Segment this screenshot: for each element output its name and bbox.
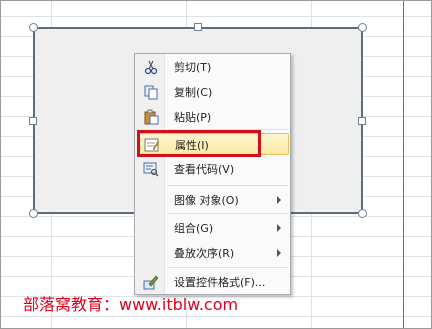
scissors-icon <box>144 60 158 75</box>
resize-handle-bottom-left[interactable] <box>29 209 38 218</box>
menu-item-label: 查看代码(V) <box>174 163 235 176</box>
menu-item-label: 粘贴(P) <box>174 111 212 124</box>
menu-item-label: 复制(C) <box>174 86 213 99</box>
spreadsheet-canvas: 剪切(T) 复制(C) 粘贴(P) 属性(I) 查看代码(V) 图像 对象(O)… <box>0 0 432 329</box>
paste-icon <box>144 109 159 125</box>
menu-item-paste[interactable]: 粘贴(P) <box>137 106 289 128</box>
menu-item-format-control[interactable]: 设置控件格式(F)... <box>137 271 289 293</box>
menu-item-label: 剪切(T) <box>174 61 212 74</box>
resize-handle-top[interactable] <box>194 23 202 31</box>
context-menu: 剪切(T) 复制(C) 粘贴(P) 属性(I) 查看代码(V) 图像 对象(O)… <box>134 53 291 295</box>
menu-separator <box>168 267 288 268</box>
menu-item-cut[interactable]: 剪切(T) <box>137 56 289 78</box>
resize-handle-left[interactable] <box>29 117 37 125</box>
menu-separator <box>168 213 288 214</box>
menu-item-view-code[interactable]: 查看代码(V) <box>137 158 289 180</box>
menu-item-label: 组合(G) <box>174 222 214 235</box>
copy-icon <box>144 85 158 100</box>
menu-item-image-object[interactable]: 图像 对象(O) <box>137 189 289 211</box>
resize-handle-right[interactable] <box>358 117 366 125</box>
menu-item-label: 图像 对象(O) <box>174 194 239 207</box>
menu-item-copy[interactable]: 复制(C) <box>137 81 289 103</box>
highlight-box <box>137 130 261 157</box>
view-code-icon <box>143 162 159 177</box>
submenu-arrow-icon <box>277 196 281 204</box>
watermark-text: 部落窝教育：www.itblw.com <box>23 295 239 314</box>
menu-item-group[interactable]: 组合(G) <box>137 217 289 239</box>
format-control-icon <box>143 275 159 290</box>
resize-handle-top-left[interactable] <box>29 23 38 32</box>
menu-item-label: 叠放次序(R) <box>174 247 235 260</box>
resize-handle-bottom-right[interactable] <box>358 209 367 218</box>
resize-handle-top-right[interactable] <box>358 23 367 32</box>
submenu-arrow-icon <box>277 249 281 257</box>
menu-item-order[interactable]: 叠放次序(R) <box>137 242 289 264</box>
menu-separator <box>168 185 288 186</box>
menu-item-label: 设置控件格式(F)... <box>174 276 266 289</box>
submenu-arrow-icon <box>277 224 281 232</box>
